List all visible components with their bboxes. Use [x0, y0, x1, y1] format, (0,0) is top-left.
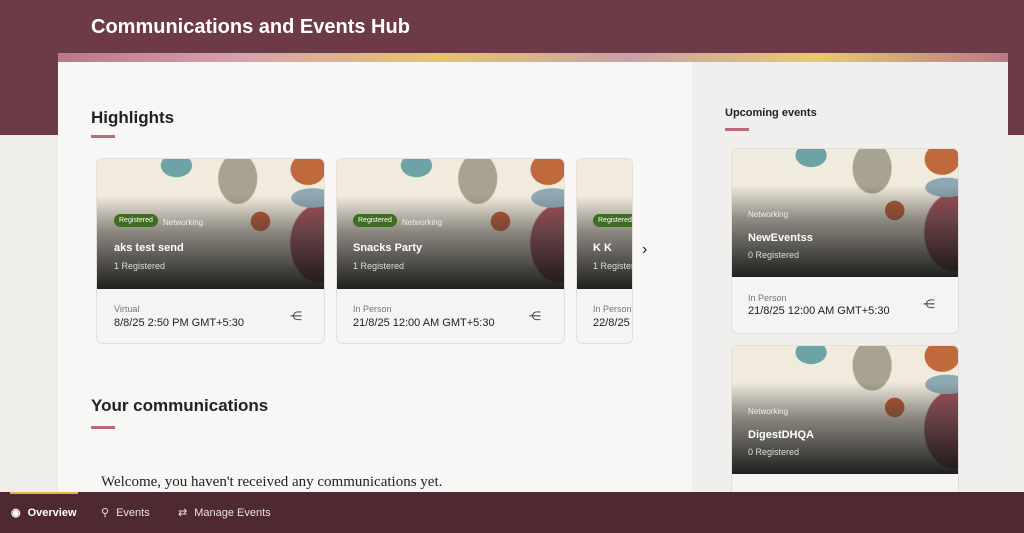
event-card[interactable]: Registered K K 1 Registered In Person 22…	[576, 158, 633, 344]
registered-count: 1 Registered	[593, 261, 632, 271]
event-category: Networking	[748, 407, 789, 416]
share-icon[interactable]: ⋲	[529, 309, 541, 323]
event-category: Networking	[163, 218, 204, 227]
bottom-nav: ◉ Overview ⚲ Events ⇄ Manage Events	[0, 492, 1024, 533]
heading-underline	[91, 426, 115, 429]
heading-underline	[725, 128, 749, 131]
event-date: 21/8/25 12:00 AM GMT+5:30	[353, 317, 495, 329]
nav-manage-events[interactable]: ⇄ Manage Events	[178, 506, 271, 520]
highlights-heading: Highlights	[91, 108, 175, 127]
upcoming-event-card[interactable]: Networking NewEventss 0 Registered In Pe…	[731, 148, 959, 334]
event-date: 22/8/25	[593, 317, 630, 329]
nav-events[interactable]: ⚲ Events	[101, 506, 150, 520]
manage-icon: ⇄	[178, 507, 188, 519]
heading-underline	[91, 135, 115, 138]
nav-overview[interactable]: ◉ Overview	[11, 506, 77, 520]
share-icon[interactable]: ⋲	[290, 309, 302, 323]
nav-label: Overview	[27, 506, 77, 519]
registered-count: 1 Registered	[114, 261, 166, 271]
registered-badge: Registered	[593, 214, 632, 227]
event-category: Networking	[402, 218, 443, 227]
event-name[interactable]: Snacks Party	[353, 242, 422, 254]
registered-badge: Registered	[353, 214, 397, 227]
nav-label: Events	[116, 506, 150, 519]
event-mode: In Person	[593, 304, 632, 314]
page-title: Communications and Events Hub	[91, 16, 410, 38]
event-date: 8/8/25 2:50 PM GMT+5:30	[114, 317, 244, 329]
search-icon: ⚲	[101, 507, 110, 519]
event-mode: In Person	[353, 304, 392, 314]
upcoming-heading: Upcoming events	[725, 107, 817, 119]
event-card[interactable]: Registered Networking aks test send 1 Re…	[96, 158, 325, 344]
event-date: 21/8/25 12:00 AM GMT+5:30	[748, 305, 890, 317]
event-name[interactable]: aks test send	[114, 242, 184, 254]
event-mode: Virtual	[114, 304, 140, 314]
event-name[interactable]: NewEventss	[748, 232, 813, 244]
registered-count: 1 Registered	[353, 261, 405, 271]
registered-badge: Registered	[114, 214, 158, 227]
share-icon[interactable]: ⋲	[923, 297, 935, 311]
active-indicator	[10, 492, 78, 494]
registered-count: 0 Registered	[748, 447, 800, 457]
event-card[interactable]: Registered Networking Snacks Party 1 Reg…	[336, 158, 565, 344]
event-name[interactable]: DigestDHQA	[748, 429, 814, 441]
empty-communications-message: Welcome, you haven't received any commun…	[101, 474, 443, 490]
communications-heading: Your communications	[91, 396, 269, 415]
event-name[interactable]: K K	[593, 242, 612, 254]
upcoming-event-card[interactable]: Networking DigestDHQA 0 Registered	[731, 345, 959, 505]
registered-count: 0 Registered	[748, 250, 800, 260]
decorative-banner	[58, 53, 1008, 62]
event-mode: In Person	[748, 293, 787, 303]
event-category: Networking	[748, 210, 789, 219]
chevron-right-icon[interactable]: ›	[642, 241, 647, 259]
eye-icon: ◉	[11, 507, 21, 519]
nav-label: Manage Events	[194, 506, 271, 519]
